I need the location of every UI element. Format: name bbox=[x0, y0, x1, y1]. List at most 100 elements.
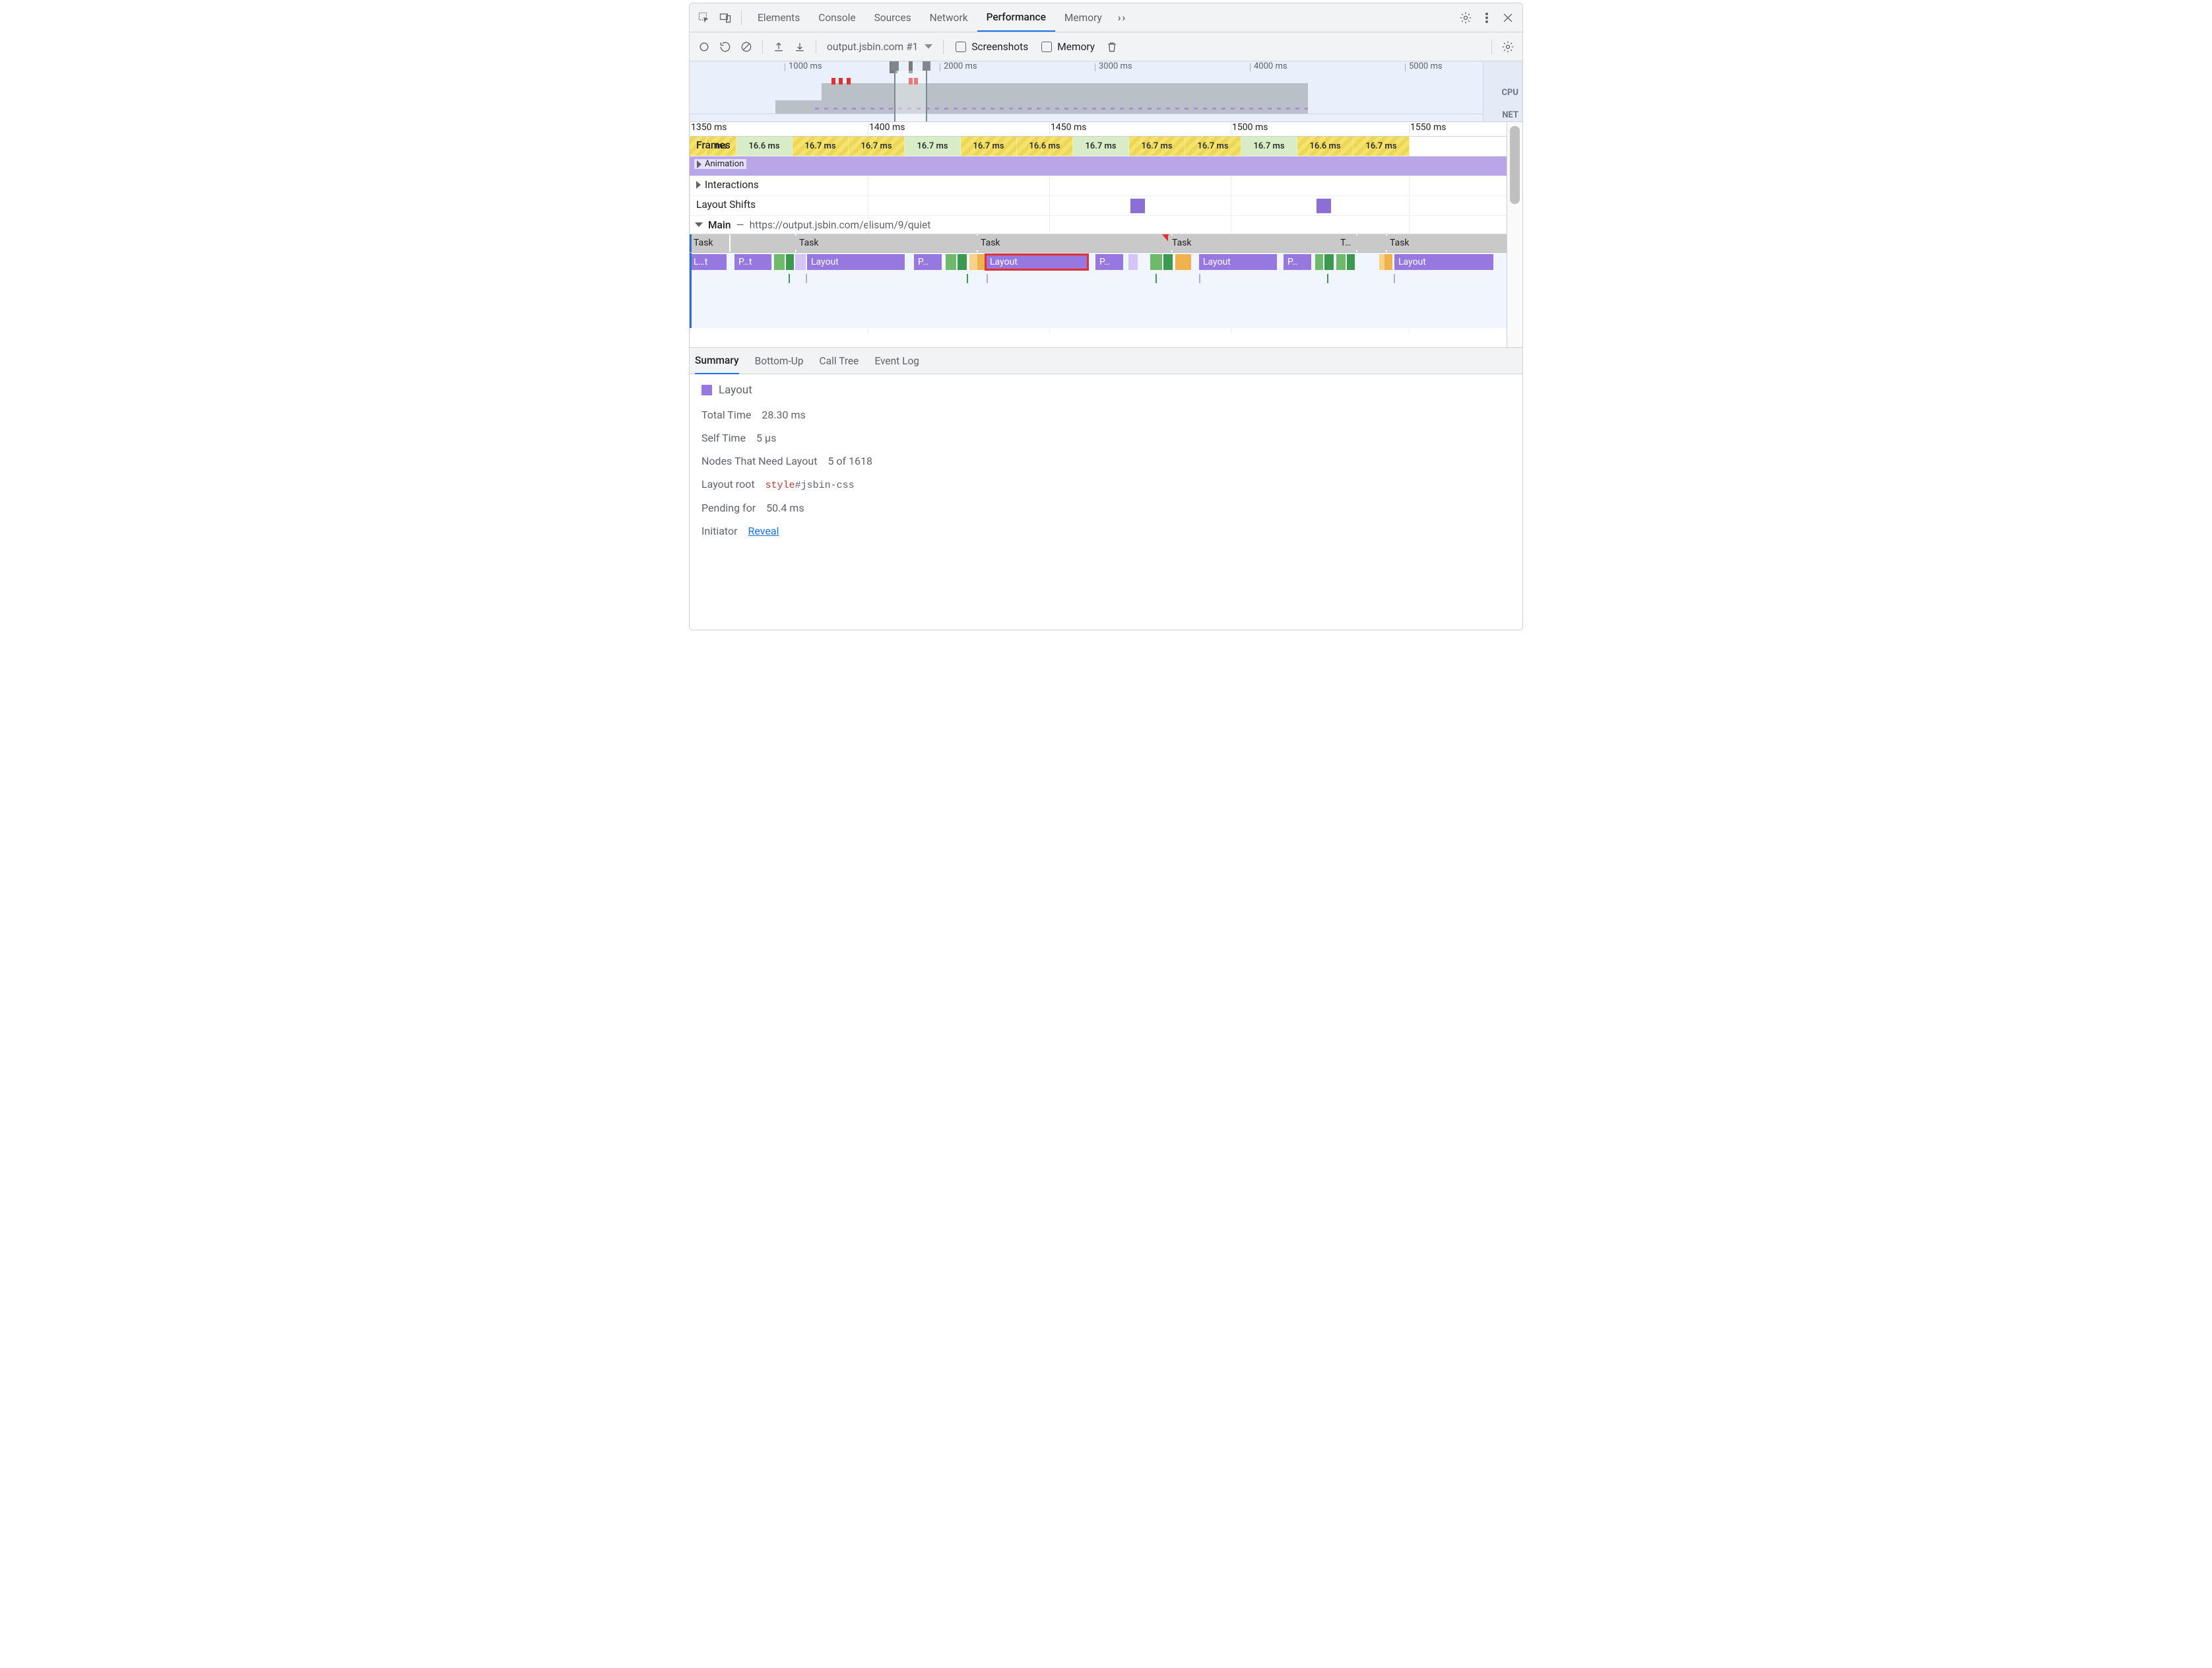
flame-span[interactable]: P… bbox=[914, 254, 942, 270]
overview-selection[interactable] bbox=[894, 71, 927, 121]
flame-span[interactable] bbox=[1384, 254, 1392, 270]
tab-console[interactable]: Console bbox=[809, 3, 864, 32]
flame-span[interactable] bbox=[795, 254, 806, 270]
clear-icon[interactable] bbox=[737, 38, 756, 56]
frame-cell[interactable]: 16.7 ms bbox=[1353, 137, 1410, 156]
task-span[interactable]: Task bbox=[690, 236, 729, 250]
upload-icon[interactable] bbox=[769, 38, 788, 56]
pending-value: 50.4 ms bbox=[766, 502, 804, 514]
screenshots-checkbox[interactable]: Screenshots bbox=[950, 41, 1033, 53]
flame-span[interactable] bbox=[969, 254, 977, 270]
memory-label: Memory bbox=[1057, 41, 1095, 53]
layout-root-value[interactable]: style#jsbin-css bbox=[765, 478, 855, 491]
sub-flame-tick bbox=[1199, 274, 1200, 283]
interactions-label-text: Interactions bbox=[705, 179, 759, 191]
task-span[interactable]: Task bbox=[795, 236, 907, 250]
flame-span[interactable]: P… bbox=[1284, 254, 1311, 270]
flame-span[interactable] bbox=[1163, 254, 1173, 270]
flame-span[interactable]: P… bbox=[1095, 254, 1123, 270]
chevron-right-icon[interactable] bbox=[697, 160, 701, 168]
flame-span[interactable] bbox=[1315, 254, 1323, 270]
flame-span[interactable] bbox=[1128, 254, 1138, 270]
chevron-right-icon[interactable] bbox=[696, 181, 701, 189]
tab-sources[interactable]: Sources bbox=[865, 3, 921, 32]
frame-cell[interactable]: 16.7 ms bbox=[1185, 137, 1241, 156]
task-span[interactable]: Task bbox=[1386, 236, 1498, 250]
record-icon[interactable] bbox=[695, 38, 713, 56]
flame-span[interactable] bbox=[1336, 254, 1346, 270]
more-tabs-icon[interactable]: ›› bbox=[1114, 12, 1130, 24]
track-layout-shifts[interactable]: Layout Shifts bbox=[690, 196, 1507, 216]
frame-cell[interactable]: 16.7 ms bbox=[849, 137, 905, 156]
tab-network[interactable]: Network bbox=[921, 3, 977, 32]
device-toolbar-icon[interactable] bbox=[716, 9, 734, 27]
flame-span[interactable] bbox=[1150, 254, 1162, 270]
details-tab-bottom-up[interactable]: Bottom-Up bbox=[755, 348, 804, 374]
overview-tick: 4000 ms bbox=[1254, 61, 1287, 71]
track-frames[interactable]: ms16.6 ms16.7 ms16.7 ms16.7 ms16.7 ms16.… bbox=[690, 137, 1507, 156]
frame-cell[interactable]: 16.6 ms bbox=[736, 137, 793, 156]
sub-flame-tick bbox=[987, 274, 988, 283]
settings-icon[interactable] bbox=[1456, 9, 1475, 27]
flame-span[interactable]: Layout bbox=[1394, 254, 1493, 270]
frame-cell[interactable]: 16.7 ms bbox=[961, 137, 1017, 156]
flame-chart[interactable]: 1350 ms1400 ms1450 ms1500 ms1550 ms ms16… bbox=[690, 122, 1522, 348]
flame-span[interactable]: P…t bbox=[734, 254, 771, 270]
summary-key: Nodes That Need Layout bbox=[701, 455, 817, 467]
call-row[interactable]: L…t P…t Layout P… Layout P… Layout P… Layout bbox=[690, 253, 1507, 273]
overview-net-label: NET bbox=[1502, 110, 1518, 120]
close-icon[interactable] bbox=[1499, 9, 1517, 27]
flame-span[interactable] bbox=[786, 254, 794, 270]
initiator-reveal-link[interactable]: Reveal bbox=[748, 525, 779, 537]
track-main-header[interactable]: Main — https://output.jsbin.com/elisum/9… bbox=[690, 216, 1507, 234]
flame-span[interactable]: Layout bbox=[986, 254, 1088, 270]
tab-memory[interactable]: Memory bbox=[1055, 3, 1111, 32]
flame-span[interactable] bbox=[1175, 254, 1191, 270]
flame-span[interactable] bbox=[1324, 254, 1334, 270]
layout-shift-event[interactable] bbox=[1317, 199, 1331, 213]
task-row[interactable]: Task Task Task Task T… Task bbox=[690, 234, 1507, 253]
flame-scrollbar[interactable] bbox=[1507, 122, 1522, 347]
flame-span[interactable]: L…t bbox=[690, 254, 727, 270]
summary-row: Nodes That Need Layout5 of 1618 bbox=[701, 455, 1511, 467]
checkbox-icon bbox=[956, 42, 966, 52]
details-tab-summary[interactable]: Summary bbox=[695, 349, 739, 374]
track-interactions[interactable]: Interactions bbox=[690, 176, 1507, 196]
frame-cell[interactable]: 16.7 ms bbox=[1129, 137, 1185, 156]
frame-cell[interactable]: 16.7 ms bbox=[793, 137, 849, 156]
sub-flame-tick bbox=[789, 274, 790, 283]
task-span[interactable]: T… bbox=[1336, 236, 1373, 250]
flame-span[interactable] bbox=[1347, 254, 1355, 270]
track-animation[interactable]: Animation bbox=[690, 156, 1507, 176]
flame-span[interactable] bbox=[946, 254, 956, 270]
frame-cell[interactable]: 16.6 ms bbox=[1297, 137, 1353, 156]
flame-span[interactable] bbox=[958, 254, 967, 270]
details-tab-call-tree[interactable]: Call Tree bbox=[820, 348, 859, 374]
kebab-menu-icon[interactable] bbox=[1478, 9, 1496, 27]
inspect-icon[interactable] bbox=[695, 9, 713, 27]
flame-span[interactable] bbox=[774, 254, 785, 270]
reload-icon[interactable] bbox=[716, 38, 734, 56]
frame-cell[interactable]: 16.7 ms bbox=[1241, 137, 1297, 156]
flame-span[interactable] bbox=[977, 254, 985, 270]
summary-key: Total Time bbox=[701, 409, 751, 421]
flame-span[interactable]: Layout bbox=[807, 254, 905, 270]
timeline-overview[interactable]: 1000 ms2000 ms3000 ms4000 ms5000 ms CPU … bbox=[690, 61, 1522, 122]
chevron-down-icon[interactable] bbox=[695, 222, 703, 227]
layout-shift-event[interactable] bbox=[1130, 199, 1145, 213]
profile-select[interactable]: output.jsbin.com #1 bbox=[823, 41, 936, 53]
frame-cell[interactable]: 16.7 ms bbox=[1073, 137, 1129, 156]
trash-icon[interactable] bbox=[1103, 38, 1121, 56]
task-span[interactable]: Task bbox=[1168, 236, 1287, 250]
frame-cell[interactable]: 16.7 ms bbox=[905, 137, 961, 156]
tab-performance[interactable]: Performance bbox=[977, 3, 1055, 32]
scrollbar-thumb[interactable] bbox=[1510, 126, 1520, 204]
download-icon[interactable] bbox=[791, 38, 809, 56]
memory-checkbox[interactable]: Memory bbox=[1036, 41, 1100, 53]
task-span[interactable]: Task bbox=[977, 236, 1076, 250]
tab-elements[interactable]: Elements bbox=[748, 3, 809, 32]
flame-span[interactable]: Layout bbox=[1199, 254, 1277, 270]
details-tab-event-log[interactable]: Event Log bbox=[874, 348, 919, 374]
capture-settings-icon[interactable] bbox=[1499, 38, 1517, 56]
frame-cell[interactable]: 16.6 ms bbox=[1017, 137, 1073, 156]
